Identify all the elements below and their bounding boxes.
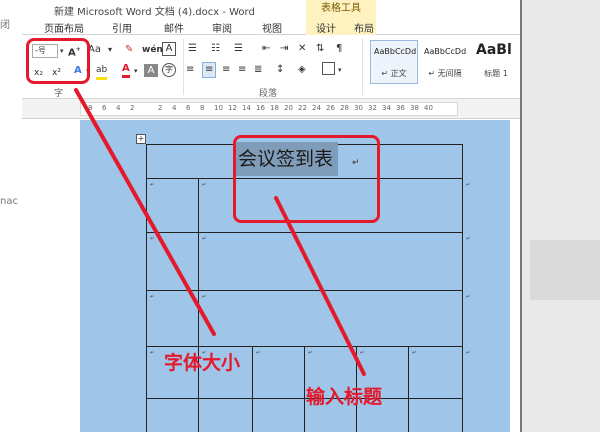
annotation-arrows: [74, 88, 366, 376]
title-annotation: 输入标题: [306, 386, 383, 408]
font-size-annotation: 字体大小: [164, 352, 241, 374]
arrow-line: [74, 88, 216, 336]
arrow-line: [274, 196, 366, 376]
